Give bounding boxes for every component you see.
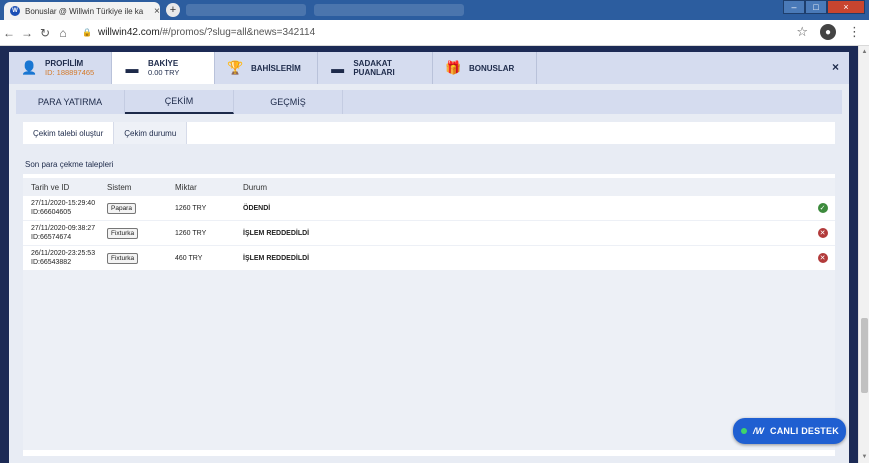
row-status: İŞLEM REDDEDİLDİ [243,254,310,262]
table-header: Tarih ve ID Sistem Miktar Durum [23,178,835,196]
row-system-badge: Fixturka [107,252,139,264]
row-amount: 1260 TRY [175,204,207,212]
minimize-button[interactable]: – [783,0,805,14]
window-controls: – □ × [783,0,865,15]
header-status: Durum [243,182,268,192]
lock-icon: 🔒 [82,28,92,37]
x-icon: ✕ [817,253,828,263]
row-amount: 460 TRY [175,254,203,262]
url-path: /#/promos/?slug=all&news=342114 [159,27,316,38]
nav-balance[interactable]: ▬ BAKİYE 0.00 TRY [112,52,215,84]
header-date-id: Tarih ve ID [31,182,70,192]
table-row: 27/11/2020-15:29:40 ID:66604605 Papara 12… [23,196,835,221]
row-date: 27/11/2020-09:38:27 [31,225,96,232]
tab-withdrawal-status[interactable]: Çekim durumu [114,122,188,144]
row-date: 26/11/2020-23:25:53 [31,250,96,257]
tab-withdraw[interactable]: ÇEKİM [125,90,234,114]
check-icon: ✓ [817,203,828,213]
x-icon: ✕ [817,228,828,238]
nav-balance-value: 0.00 TRY [148,68,180,77]
forward-icon[interactable]: → [18,26,36,40]
nav-profile-id: ID: 188897465 [45,68,95,77]
tab-create-withdrawal[interactable]: Çekim talebi oluştur [23,122,115,144]
header-amount: Miktar [175,182,197,192]
account-modal: 👤 PROFİLİM ID: 188897465 ▬ BAKİYE 0.00 T… [9,52,849,463]
row-status: ÖDENDİ [243,204,271,212]
live-support-label: CANLI DESTEK [770,426,839,436]
withdrawal-table: Tarih ve ID Sistem Miktar Durum 27/11/20… [23,178,835,450]
row-system-badge: Papara [107,202,136,214]
user-icon: 👤 [21,60,38,75]
header-system: Sistem [107,182,132,192]
scroll-up-icon[interactable]: ▲ [859,46,869,58]
nav-balance-label: BAKİYE [148,59,179,68]
nav-profile[interactable]: 👤 PROFİLİM ID: 188897465 [9,52,112,84]
main-nav: 👤 PROFİLİM ID: 188897465 ▬ BAKİYE 0.00 T… [9,52,849,84]
browser-tab[interactable]: W Bonuslar @ Willwin Türkiye ile ka × [4,2,160,20]
trophy-icon: 🏆 [227,60,244,75]
online-dot-icon [741,428,747,434]
menu-icon[interactable]: ⋮ [848,24,861,40]
back-icon[interactable]: ← [0,26,18,40]
background-tab[interactable] [186,4,306,16]
row-id: ID:66604605 [31,209,72,216]
scroll-thumb[interactable] [861,318,868,393]
live-support-logo: /W [753,426,764,436]
page-background: 👤 PROFİLİM ID: 188897465 ▬ BAKİYE 0.00 T… [0,46,858,463]
row-system-badge: Fixturka [107,227,139,239]
row-id: ID:66543882 [31,259,72,266]
new-tab-button[interactable]: + [166,3,180,17]
reload-icon[interactable]: ↻ [36,26,54,40]
url-host: willwin42.com [97,27,160,38]
row-id: ID:66574674 [31,234,72,241]
scroll-down-icon[interactable]: ▼ [859,451,869,463]
gift-icon: 🎁 [445,60,462,75]
row-amount: 1260 TRY [175,229,207,237]
account-icon[interactable]: ● [820,24,836,40]
withdraw-subtabs: Çekim talebi oluştur Çekim durumu [23,122,835,144]
table-row: 26/11/2020-23:25:53 ID:66543882 Fixturka … [23,246,835,271]
row-date: 27/11/2020-15:29:40 [31,200,96,207]
background-tab[interactable] [314,4,464,16]
tab-deposit[interactable]: PARA YATIRMA [16,90,125,114]
url-field[interactable]: 🔒 willwin42.com/#/promos/?slug=all&news=… [82,27,315,38]
nav-loyalty-label: SADAKAT PUANLARI [353,59,395,77]
bookmark-star-icon[interactable]: ☆ [796,24,808,40]
maximize-button[interactable]: □ [805,0,827,14]
tab-title: Bonuslar @ Willwin Türkiye ile ka [25,6,144,16]
row-status: İŞLEM REDDEDİLDİ [243,229,310,237]
payment-tabs: PARA YATIRMA ÇEKİM GEÇMİŞ [16,90,842,114]
address-bar: ← → ↻ ⌂ 🔒 willwin42.com/#/promos/?slug=a… [0,20,869,46]
tab-history[interactable]: GEÇMİŞ [234,90,343,114]
withdrawal-status-panel: Son para çekme talepleri Tarih ve ID Sis… [23,154,835,456]
card-icon: ▬ [331,60,345,76]
nav-loyalty[interactable]: ▬ SADAKAT PUANLARI [318,52,433,84]
site-favicon-icon: W [10,6,20,16]
browser-titlebar: W Bonuslar @ Willwin Türkiye ile ka × + … [0,0,869,20]
page-scrollbar[interactable]: ▲ ▼ [858,46,869,463]
home-icon[interactable]: ⌂ [54,26,72,40]
nav-bonuses[interactable]: 🎁 BONUSLAR [433,52,537,84]
live-support-button[interactable]: /W CANLI DESTEK [733,418,846,444]
nav-bets-label: BAHİSLERİM [251,63,301,73]
nav-bets[interactable]: 🏆 BAHİSLERİM [215,52,318,84]
window-close-button[interactable]: × [827,0,865,14]
table-row: 27/11/2020-09:38:27 ID:66574674 Fixturka … [23,221,835,246]
section-title: Son para çekme talepleri [23,154,835,174]
nav-bonuses-label: BONUSLAR [469,63,515,73]
modal-close-button[interactable]: × [832,60,839,74]
nav-profile-label: PROFİLİM [45,59,84,68]
tab-close-icon[interactable]: × [154,6,160,17]
wallet-icon: ▬ [125,60,139,76]
